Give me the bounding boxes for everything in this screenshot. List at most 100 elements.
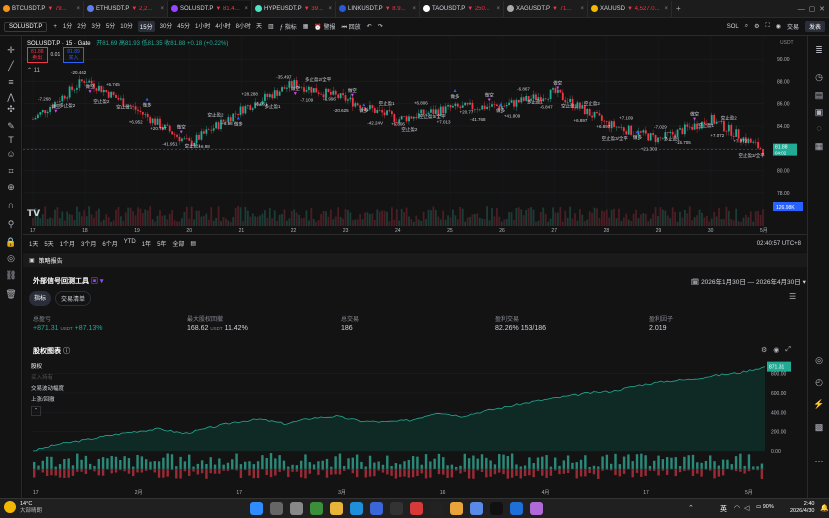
- range-7[interactable]: 5年: [157, 239, 166, 248]
- emoji-icon[interactable]: ☺: [5, 148, 17, 160]
- layout-icon[interactable]: ▦: [303, 23, 309, 30]
- notification-icon[interactable]: 🔔: [820, 504, 829, 512]
- equity-expand-icon[interactable]: ⤢: [785, 346, 791, 354]
- indicators-button[interactable]: ƒ 指标: [280, 22, 297, 31]
- legend-equity[interactable]: 股权: [31, 362, 64, 373]
- interval-6[interactable]: 30分: [160, 21, 173, 32]
- notes-icon[interactable]: ◴: [813, 376, 825, 388]
- watchlist-icon[interactable]: ≣: [813, 44, 825, 56]
- input-language[interactable]: 英: [720, 504, 727, 514]
- ideas-icon[interactable]: ◌: [813, 122, 825, 134]
- equity-camera-icon[interactable]: ◉: [773, 346, 779, 354]
- close-tab-icon[interactable]: ×: [328, 6, 332, 12]
- tiktok-icon[interactable]: [490, 502, 503, 515]
- interval-2[interactable]: 3分: [92, 21, 101, 32]
- interval-9[interactable]: 4小时: [215, 21, 230, 32]
- sell-button[interactable]: 81.88 卖出: [27, 47, 48, 63]
- vpn-icon[interactable]: [470, 502, 483, 515]
- vscode-icon[interactable]: [510, 502, 523, 515]
- tab-metrics[interactable]: 指标: [29, 291, 52, 306]
- candlestick-chart-svg[interactable]: 90.0088.0086.0084.0082.0080.0078.0017181…: [23, 36, 807, 234]
- browser-tab-btcusdt-p[interactable]: BTCUSDT.P ▼ 79... ×: [0, 0, 84, 17]
- sol-layout-label[interactable]: SOL: [727, 24, 739, 30]
- browser-tab-solusdt-p[interactable]: SOLUSDT.P ▼ 81.4... ×: [168, 0, 252, 17]
- close-tab-icon[interactable]: ×: [76, 6, 80, 12]
- system-clock[interactable]: 2:40 2026/4/30: [790, 501, 814, 515]
- close-tab-icon[interactable]: ×: [160, 6, 164, 12]
- edge-icon[interactable]: [350, 502, 363, 515]
- interval-8[interactable]: 1小时: [195, 21, 210, 32]
- add-symbol-icon[interactable]: +: [53, 24, 57, 30]
- app-icon-2[interactable]: [530, 502, 543, 515]
- range-5[interactable]: YTD: [124, 239, 136, 248]
- target-icon[interactable]: ◎: [813, 354, 825, 366]
- link-icon[interactable]: ⛓: [5, 269, 17, 281]
- calendar-icon[interactable]: ▦: [813, 140, 825, 152]
- browser-tab-hypeusdt-p[interactable]: HYPEUSDT.P ▼ 39... ×: [252, 0, 336, 17]
- minimize-icon[interactable]: —: [798, 6, 805, 13]
- equity-settings-icon[interactable]: ⚙: [761, 346, 767, 354]
- weather-icon[interactable]: [4, 501, 16, 513]
- interval-7[interactable]: 45分: [177, 21, 190, 32]
- camera-icon[interactable]: ◉: [776, 23, 781, 30]
- file-explorer-icon[interactable]: [330, 502, 343, 515]
- fib-icon[interactable]: ≡: [5, 76, 17, 88]
- interval-5[interactable]: 15分: [137, 21, 155, 32]
- start-menu-icon[interactable]: [250, 502, 263, 515]
- range-2[interactable]: 1个月: [60, 239, 75, 248]
- interval-10[interactable]: 8小时: [236, 21, 251, 32]
- text-icon[interactable]: T: [5, 134, 17, 146]
- browser-tab-xauusd[interactable]: XAUUSD ▼ 4,527.0... ×: [588, 0, 672, 17]
- close-tab-icon[interactable]: ×: [244, 6, 248, 12]
- pattern-icon[interactable]: ⋀: [5, 91, 17, 103]
- close-tab-icon[interactable]: ×: [664, 6, 668, 12]
- fullscreen-icon[interactable]: ⛶: [766, 23, 770, 30]
- battery-indicator[interactable]: ▭ 90%: [756, 504, 774, 510]
- close-tab-icon[interactable]: ×: [412, 6, 416, 12]
- interval-1[interactable]: 2分: [77, 21, 86, 32]
- tradingview-app-icon[interactable]: [430, 502, 443, 515]
- equity-chart-svg[interactable]: 800.00 600.00 400.00 200.00 0.00 871.31 17 2月 17…: [23, 356, 807, 498]
- trend-line-icon[interactable]: ╱: [5, 60, 17, 72]
- legend-runup-drawdown[interactable]: 上涨/回撤: [31, 395, 64, 406]
- maximize-icon[interactable]: ▢: [809, 6, 816, 13]
- terminal-icon[interactable]: [390, 502, 403, 515]
- taskbar-search-icon[interactable]: [270, 502, 283, 515]
- strategy-tool-name[interactable]: 外部信号回测工具 ▣ ▾: [33, 276, 103, 286]
- legend-collapse-icon[interactable]: ⌃: [31, 406, 41, 416]
- info-icon[interactable]: ⓘ: [63, 348, 70, 355]
- date-range-selector[interactable]: 🗓 2026年1月30日 — 2026年4月30日 ▾: [691, 276, 806, 286]
- ruler-icon[interactable]: ⌗: [5, 165, 17, 177]
- brush-icon[interactable]: ✎: [5, 120, 17, 132]
- interval-4[interactable]: 10分: [120, 21, 133, 32]
- date-range-icon[interactable]: ▤: [190, 240, 196, 247]
- close-window-icon[interactable]: ✕: [819, 6, 825, 13]
- measure-icon[interactable]: ✣: [5, 103, 17, 115]
- window-controls[interactable]: — ▢ ✕: [794, 5, 829, 13]
- close-tab-icon[interactable]: ×: [580, 6, 584, 12]
- clock[interactable]: 02:40:57 UTC+8: [757, 241, 801, 247]
- new-tab-icon[interactable]: +: [672, 4, 685, 13]
- store-icon[interactable]: [370, 502, 383, 515]
- wifi-icon[interactable]: ◠: [734, 504, 740, 512]
- range-0[interactable]: 1天: [29, 239, 38, 248]
- buy-button[interactable]: 81.89 买入: [63, 47, 84, 63]
- range-6[interactable]: 1年: [142, 239, 151, 248]
- interval-11[interactable]: 天: [256, 21, 262, 32]
- widgets-icon[interactable]: [310, 502, 323, 515]
- price-chart[interactable]: 90.0088.0086.0084.0082.0080.0078.0017181…: [23, 36, 807, 234]
- eye-icon[interactable]: ◎: [5, 252, 17, 264]
- interval-3[interactable]: 5分: [106, 21, 115, 32]
- indicator-collapse[interactable]: ⌃ 11: [27, 67, 40, 74]
- trade-button[interactable]: 交易: [787, 22, 799, 31]
- settings-icon[interactable]: ⚙: [754, 23, 759, 30]
- redo-icon[interactable]: ↷: [378, 23, 383, 30]
- undo-icon[interactable]: ↶: [367, 23, 372, 30]
- price-axis-currency[interactable]: USDT: [780, 40, 794, 46]
- chart-type-icon[interactable]: ▥: [268, 23, 274, 30]
- legend-trade-run[interactable]: 交易波动幅度: [31, 384, 64, 395]
- interval-0[interactable]: 1分: [63, 21, 72, 32]
- strategy-report-tab[interactable]: 策略报告: [39, 256, 63, 265]
- zoom-icon[interactable]: ⊕: [5, 181, 17, 193]
- tray-chevron-icon[interactable]: ⌃: [688, 504, 694, 512]
